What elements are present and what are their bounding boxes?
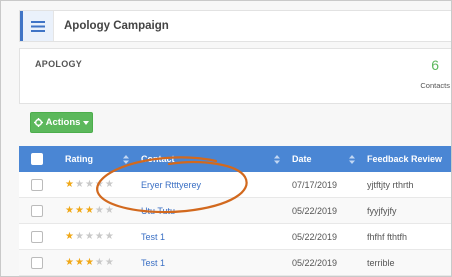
date-cell: 05/22/2019 xyxy=(292,231,338,242)
table-row: ★ ★ ★ ★ ★ Eryer Rtttyerey 07/17/2019 yjtftjt… xyxy=(19,172,451,198)
table-row: ★ ★ ★ ★ ★ Test 1 05/22/2019 fhfhf fthtfh xyxy=(19,224,451,250)
sort-icon xyxy=(349,154,355,164)
contacts-count: 6 xyxy=(431,57,439,73)
star-filled-icon: ★ xyxy=(65,178,74,190)
star-empty-icon: ★ xyxy=(94,230,104,242)
star-empty-icon: ★ xyxy=(104,204,114,216)
contact-link[interactable]: Eryer Rtttyerey xyxy=(141,180,201,190)
campaign-name: APOLOGY xyxy=(35,59,83,69)
star-filled-icon: ★ xyxy=(84,256,94,268)
column-header-feedback-label: Feedback Review xyxy=(367,154,443,164)
feedback-cell: yjtftjty rthrth xyxy=(367,179,414,190)
page-header: Apology Campaign xyxy=(19,10,451,42)
table-row: ★ ★ ★ ★ ★ Test 1 05/22/2019 terrible xyxy=(19,250,451,276)
star-filled-icon: ★ xyxy=(84,204,94,216)
page-title: Apology Campaign xyxy=(64,20,169,32)
row-checkbox[interactable] xyxy=(31,204,43,217)
star-empty-icon: ★ xyxy=(84,230,94,242)
star-filled-icon: ★ xyxy=(65,256,74,268)
feedback-cell: terrible xyxy=(367,257,395,268)
contact-link[interactable]: Test 1 xyxy=(141,258,165,268)
star-empty-icon: ★ xyxy=(94,256,104,268)
caret-down-icon xyxy=(83,120,90,125)
star-filled-icon: ★ xyxy=(74,256,84,268)
actions-button[interactable]: Actions xyxy=(30,112,93,133)
column-header-rating-label: Rating xyxy=(65,154,93,164)
sort-icon xyxy=(274,154,280,164)
date-cell: 05/22/2019 xyxy=(292,205,338,216)
contact-link[interactable]: Utu Tutu xyxy=(141,206,175,216)
rating-stars: ★ ★ ★ ★ ★ xyxy=(65,204,114,216)
star-empty-icon: ★ xyxy=(94,178,104,190)
rating-stars: ★ ★ ★ ★ ★ xyxy=(65,178,114,190)
column-header-rating[interactable]: Rating xyxy=(55,154,135,164)
star-filled-icon: ★ xyxy=(65,230,74,242)
date-cell: 07/17/2019 xyxy=(292,179,338,190)
column-header-date-label: Date xyxy=(292,154,312,164)
column-header-contact[interactable]: Contact xyxy=(135,154,286,164)
column-header-contact-label: Contact xyxy=(141,154,175,164)
star-empty-icon: ★ xyxy=(74,178,84,190)
rating-stars: ★ ★ ★ ★ ★ xyxy=(65,256,114,268)
star-empty-icon: ★ xyxy=(84,178,94,190)
gear-icon xyxy=(33,118,43,127)
feedback-table: Rating Contact Date Feedback Review ★ ★ ★ ★… xyxy=(19,146,451,276)
star-empty-icon: ★ xyxy=(74,230,84,242)
table-header: Rating Contact Date Feedback Review xyxy=(19,146,451,172)
actions-button-label: Actions xyxy=(45,117,81,128)
feedback-cell: fhfhf fthtfh xyxy=(367,231,408,242)
star-empty-icon: ★ xyxy=(104,256,114,268)
row-checkbox[interactable] xyxy=(31,178,43,191)
row-checkbox[interactable] xyxy=(31,256,43,269)
campaign-summary: APOLOGY 6 Contacts xyxy=(19,48,451,104)
date-cell: 05/22/2019 xyxy=(292,257,338,268)
sort-icon xyxy=(123,154,129,164)
app-frame: Apology Campaign APOLOGY 6 Contacts Acti… xyxy=(0,0,452,277)
table-row: ★ ★ ★ ★ ★ Utu Tutu 05/22/2019 fyyjfyjfy xyxy=(19,198,451,224)
row-checkbox[interactable] xyxy=(31,230,43,243)
menu-button[interactable] xyxy=(20,11,54,41)
select-all-checkbox[interactable] xyxy=(31,153,43,165)
star-empty-icon: ★ xyxy=(94,204,104,216)
star-filled-icon: ★ xyxy=(74,204,84,216)
contacts-label: Contacts xyxy=(420,81,450,90)
contact-link[interactable]: Test 1 xyxy=(141,232,165,242)
star-empty-icon: ★ xyxy=(104,230,114,242)
rating-stars: ★ ★ ★ ★ ★ xyxy=(65,230,114,242)
star-empty-icon: ★ xyxy=(104,178,114,190)
column-header-feedback[interactable]: Feedback Review xyxy=(361,154,451,164)
feedback-cell: fyyjfyjfy xyxy=(367,205,397,216)
star-filled-icon: ★ xyxy=(65,204,74,216)
column-header-date[interactable]: Date xyxy=(286,154,361,164)
hamburger-menu-icon xyxy=(31,20,45,32)
